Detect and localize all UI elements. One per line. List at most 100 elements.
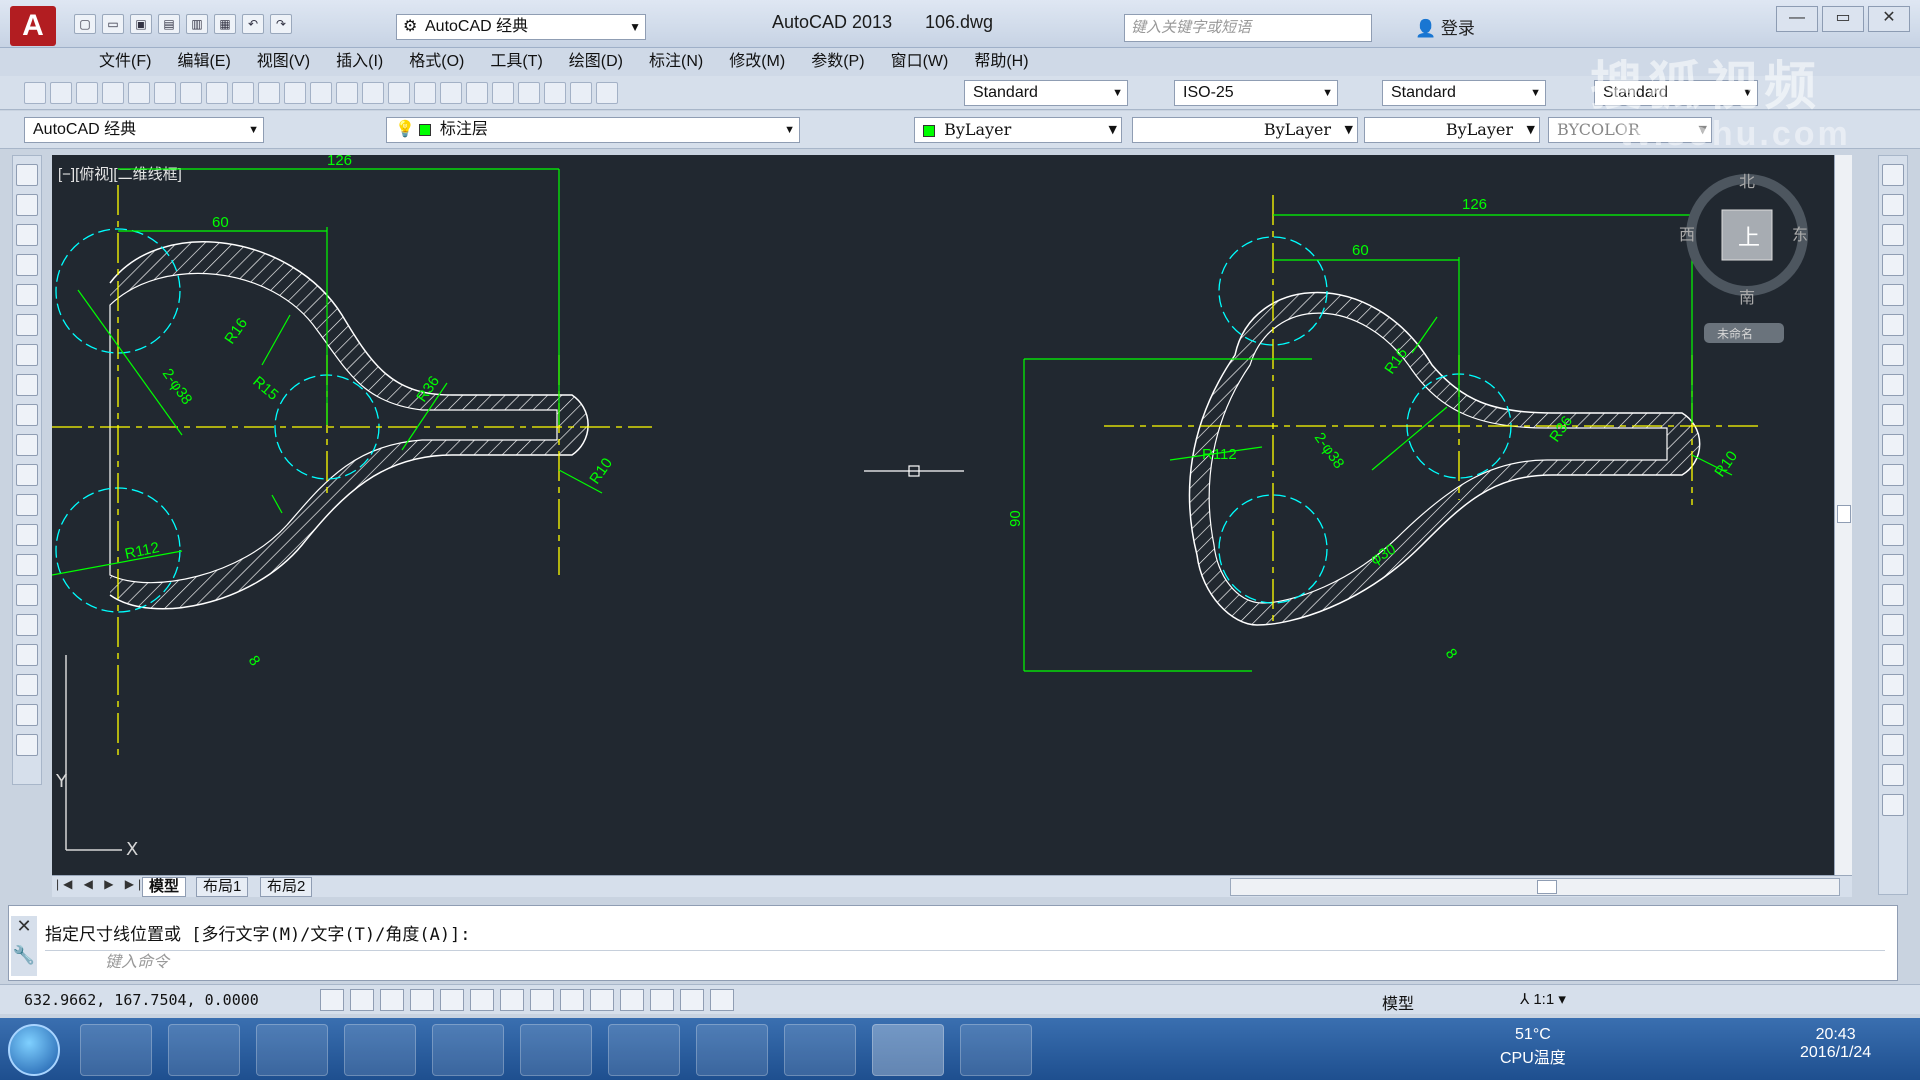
taskbar-app-1[interactable] — [80, 1024, 152, 1076]
hatch-icon[interactable] — [16, 584, 38, 606]
mtext-icon[interactable] — [16, 704, 38, 726]
close-icon[interactable]: ✕ — [11, 916, 37, 937]
taskbar-player-icon[interactable] — [608, 1024, 680, 1076]
undo-icon[interactable]: ↶ — [242, 14, 264, 34]
line-icon[interactable] — [16, 164, 38, 186]
taskbar-app-11[interactable] — [960, 1024, 1032, 1076]
break-icon[interactable] — [1882, 494, 1904, 516]
ducs-icon[interactable] — [560, 989, 584, 1011]
zoom-previous-icon[interactable] — [414, 82, 436, 104]
draworder-back-icon[interactable] — [1882, 704, 1904, 726]
circle-icon[interactable] — [16, 344, 38, 366]
table-style-select[interactable]: Standard ▼ — [1382, 80, 1546, 106]
insert-block-icon[interactable] — [16, 494, 38, 516]
menu-parametric[interactable]: 参数(P) — [798, 48, 877, 76]
ellipse-arc-icon[interactable] — [16, 464, 38, 486]
workspace-toolbar-select[interactable]: AutoCAD 经典 ▼ — [24, 117, 264, 143]
rectangle-icon[interactable] — [16, 284, 38, 306]
open-icon[interactable]: ▭ — [102, 14, 124, 34]
tab-model[interactable]: 模型 — [142, 877, 187, 897]
taskbar-app-3[interactable] — [256, 1024, 328, 1076]
join-icon[interactable] — [1882, 524, 1904, 546]
taskbar-ie-icon[interactable] — [344, 1024, 416, 1076]
cut-icon[interactable] — [180, 82, 202, 104]
drawing-canvas[interactable]: [−][俯视][二维线框] 126 60 R16 R36 R15 R10 2-φ… — [52, 155, 1852, 875]
menu-window[interactable]: 窗口(W) — [878, 48, 962, 76]
minimize-button[interactable]: — — [1776, 6, 1818, 32]
save-file-icon[interactable] — [76, 82, 98, 104]
workspace-select[interactable]: ⚙ AutoCAD 经典 ▼ — [396, 14, 646, 40]
osnap-icon[interactable] — [470, 989, 494, 1011]
zoom-window-icon[interactable] — [388, 82, 410, 104]
menu-modify[interactable]: 修改(M) — [716, 48, 798, 76]
redo-icon[interactable]: ↷ — [270, 14, 292, 34]
offset-icon[interactable] — [1882, 254, 1904, 276]
horizontal-scroll-thumb[interactable] — [1537, 880, 1557, 894]
fillet-icon[interactable] — [1882, 584, 1904, 606]
menu-draw[interactable]: 绘图(D) — [556, 48, 636, 76]
lineweight-toggle-icon[interactable] — [620, 989, 644, 1011]
quickprops-icon[interactable] — [680, 989, 704, 1011]
revcloud-icon[interactable] — [16, 374, 38, 396]
polar-icon[interactable] — [440, 989, 464, 1011]
designcenter-icon[interactable] — [466, 82, 488, 104]
copy-icon[interactable] — [206, 82, 228, 104]
table-icon[interactable] — [16, 674, 38, 696]
autocad-logo-icon[interactable]: A — [10, 6, 56, 46]
matchprop-icon[interactable] — [258, 82, 280, 104]
toolpalette-icon[interactable] — [492, 82, 514, 104]
model-space-button[interactable]: 模型 — [1382, 990, 1414, 1014]
menu-view[interactable]: 视图(V) — [244, 48, 323, 76]
preview-icon[interactable] — [128, 82, 150, 104]
redo-toolbar-icon[interactable] — [310, 82, 332, 104]
menu-format[interactable]: 格式(O) — [396, 48, 477, 76]
rotate-icon[interactable] — [1882, 344, 1904, 366]
grid-icon[interactable] — [380, 989, 404, 1011]
menu-help[interactable]: 帮助(H) — [961, 48, 1041, 76]
scale-icon[interactable] — [1882, 374, 1904, 396]
coordinate-readout[interactable]: 632.9662, 167.7504, 0.0000 — [24, 991, 259, 1009]
draworder-above-icon[interactable] — [1882, 734, 1904, 756]
point-icon[interactable] — [16, 554, 38, 576]
qnew-icon[interactable] — [24, 82, 46, 104]
saveas-icon[interactable]: ▤ — [158, 14, 180, 34]
maximize-button[interactable]: ▭ — [1822, 6, 1864, 32]
layer-select[interactable]: 💡 标注层 ▼ — [386, 117, 800, 143]
save-icon[interactable]: ▣ — [130, 14, 152, 34]
viewcube[interactable]: 上 北 南 东 西 未命名 — [1679, 172, 1808, 343]
taskbar-app-9[interactable] — [784, 1024, 856, 1076]
command-input[interactable]: 键入命令 — [45, 950, 1885, 976]
tab-layout2[interactable]: 布局2 — [260, 877, 313, 897]
menu-edit[interactable]: 编辑(E) — [164, 48, 243, 76]
3dosnap-icon[interactable] — [500, 989, 524, 1011]
make-block-icon[interactable] — [16, 524, 38, 546]
dyn-icon[interactable] — [590, 989, 614, 1011]
open-file-icon[interactable] — [50, 82, 72, 104]
add-selected-icon[interactable] — [16, 734, 38, 756]
new-icon[interactable]: ▢ — [74, 14, 96, 34]
infer-constraints-icon[interactable] — [320, 989, 344, 1011]
horizontal-scrollbar[interactable] — [1230, 878, 1840, 896]
copy-object-icon[interactable] — [1882, 194, 1904, 216]
vertical-scrollbar[interactable] — [1834, 155, 1852, 875]
explode-icon[interactable] — [1882, 644, 1904, 666]
login-button[interactable]: 👤 登录 — [1415, 14, 1475, 39]
publish-icon[interactable]: ▥ — [186, 14, 208, 34]
search-input[interactable]: 键入关键字或短语 — [1124, 14, 1372, 42]
spellcheck-icon[interactable] — [1882, 794, 1904, 816]
polygon-icon[interactable] — [16, 254, 38, 276]
trim-icon[interactable] — [1882, 434, 1904, 456]
pan-icon[interactable] — [336, 82, 358, 104]
draworder-front-icon[interactable] — [1882, 674, 1904, 696]
region-icon[interactable] — [16, 644, 38, 666]
menu-insert[interactable]: 插入(I) — [323, 48, 396, 76]
menu-dimension[interactable]: 标注(N) — [636, 48, 716, 76]
taskbar-app-2[interactable] — [168, 1024, 240, 1076]
lineweight-select[interactable]: ByLayer ▼ — [1364, 117, 1540, 143]
sheetset-icon[interactable] — [518, 82, 540, 104]
system-clock[interactable]: 20:43 2016/1/24 — [1800, 1026, 1871, 1062]
taskbar-app-8[interactable] — [696, 1024, 768, 1076]
arc-icon[interactable] — [16, 314, 38, 336]
calculator-icon[interactable] — [570, 82, 592, 104]
print-icon[interactable] — [102, 82, 124, 104]
